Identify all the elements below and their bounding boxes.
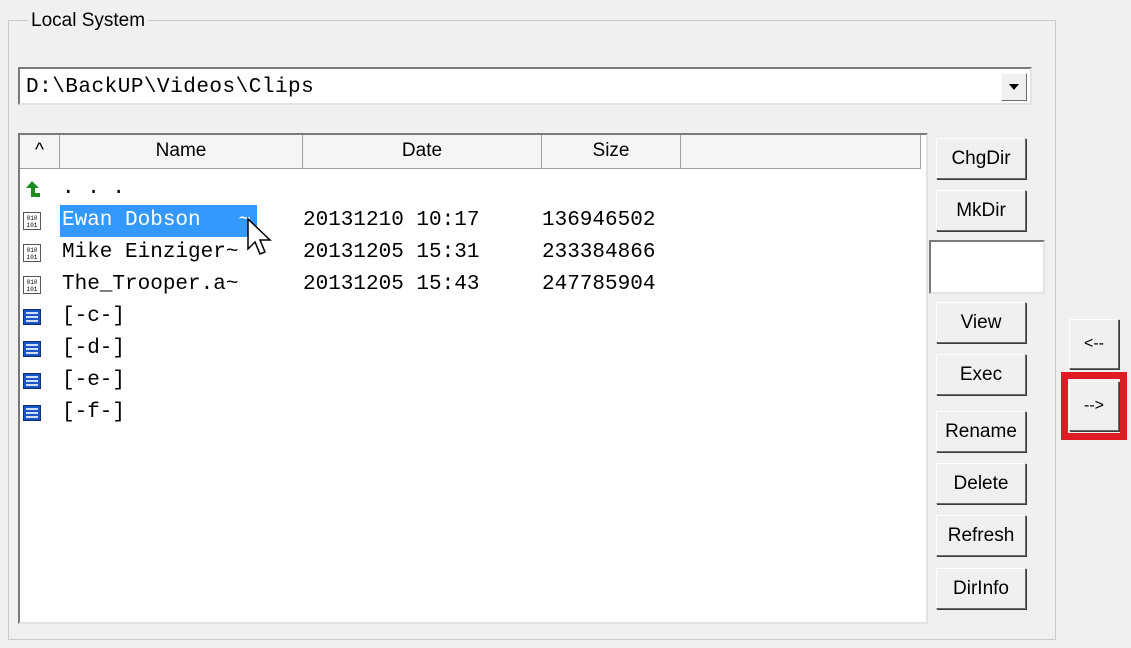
file-size: 247785904 xyxy=(542,273,656,296)
dirinfo-button[interactable]: DirInfo xyxy=(936,568,1026,609)
file-name: Ewan Dobson ~ xyxy=(60,205,258,237)
file-name: Mike Einziger~ xyxy=(62,241,239,264)
list-item-drive[interactable]: [-c-] xyxy=(20,301,926,333)
file-date: 20131210 10:17 xyxy=(303,209,480,232)
binary-file-icon: 010 101 xyxy=(23,212,41,230)
file-date: 20131205 15:43 xyxy=(303,273,480,296)
column-header-size[interactable]: Size xyxy=(542,135,681,169)
binary-file-icon: 010 101 xyxy=(23,276,41,294)
table-row[interactable]: 010 101 Mike Einziger~ 20131205 15:31 23… xyxy=(20,237,926,269)
table-row[interactable]: 010 101 Ewan Dobson ~ 20131210 10:17 136… xyxy=(20,205,926,237)
path-combobox[interactable]: D:\BackUP\Videos\Clips xyxy=(18,67,1032,105)
chevron-down-icon xyxy=(1009,84,1019,90)
drive-label: [-c-] xyxy=(62,305,126,328)
column-header-name[interactable]: Name xyxy=(60,135,303,169)
drive-label: [-e-] xyxy=(62,369,126,392)
dropdown-arrow-button[interactable] xyxy=(1001,73,1027,101)
mkdir-button[interactable]: MkDir xyxy=(936,190,1026,231)
command-input[interactable] xyxy=(929,240,1045,294)
sort-column-header[interactable]: ^ xyxy=(20,135,60,169)
parent-dir-label: . . . xyxy=(62,177,126,200)
file-size: 233384866 xyxy=(542,241,656,264)
exec-button[interactable]: Exec xyxy=(936,354,1026,395)
svg-text:010: 010 xyxy=(27,279,38,286)
column-header-empty[interactable] xyxy=(681,135,921,169)
list-item-drive[interactable]: [-f-] xyxy=(20,397,926,429)
drive-label: [-d-] xyxy=(62,337,126,360)
rename-button[interactable]: Rename xyxy=(936,411,1026,452)
svg-text:010: 010 xyxy=(27,247,38,254)
file-size: 136946502 xyxy=(542,209,656,232)
drive-icon xyxy=(23,405,41,421)
table-row[interactable]: 010 101 The_Trooper.a~ 20131205 15:43 24… xyxy=(20,269,926,301)
view-button[interactable]: View xyxy=(936,302,1026,343)
path-value[interactable]: D:\BackUP\Videos\Clips xyxy=(26,76,314,99)
column-header-date[interactable]: Date xyxy=(303,135,542,169)
drive-icon xyxy=(23,341,41,357)
mouse-cursor-icon xyxy=(247,217,272,255)
svg-text:010: 010 xyxy=(27,215,38,222)
refresh-button[interactable]: Refresh xyxy=(936,515,1026,556)
svg-text:101: 101 xyxy=(27,254,38,261)
group-title: Local System xyxy=(28,10,149,32)
list-item-parent[interactable]: . . . xyxy=(20,173,926,205)
up-arrow-icon xyxy=(26,181,40,197)
drive-icon xyxy=(23,309,41,325)
svg-text:101: 101 xyxy=(27,222,38,229)
binary-file-icon: 010 101 xyxy=(23,244,41,262)
file-list[interactable]: ^ Name Date Size . . . 010 101 Ewan Dobs… xyxy=(18,133,928,624)
transfer-left-button[interactable]: <-- xyxy=(1069,319,1119,369)
drive-label: [-f-] xyxy=(62,401,126,424)
drive-icon xyxy=(23,373,41,389)
list-item-drive[interactable]: [-e-] xyxy=(20,365,926,397)
file-date: 20131205 15:31 xyxy=(303,241,480,264)
chgdir-button[interactable]: ChgDir xyxy=(936,138,1026,179)
highlight-box xyxy=(1061,372,1127,440)
svg-text:101: 101 xyxy=(27,286,38,293)
file-name: The_Trooper.a~ xyxy=(62,273,239,296)
delete-button[interactable]: Delete xyxy=(936,463,1026,504)
list-item-drive[interactable]: [-d-] xyxy=(20,333,926,365)
